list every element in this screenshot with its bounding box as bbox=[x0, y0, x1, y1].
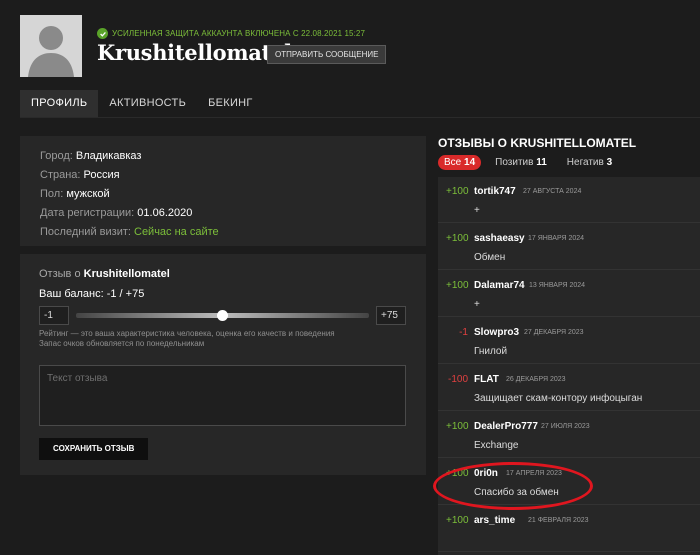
rating-max-field[interactable]: +75 bbox=[376, 306, 406, 325]
tab-activity[interactable]: Активность bbox=[98, 90, 197, 117]
review-score: +100 bbox=[446, 515, 469, 526]
info-city: Город: Владикавказ bbox=[40, 150, 142, 162]
review-date: 27 июля 2023 bbox=[541, 423, 590, 430]
avatar[interactable] bbox=[20, 15, 82, 77]
balance-text: Ваш баланс: -1 / +75 bbox=[39, 288, 145, 300]
review-date: 17 апреля 2023 bbox=[506, 470, 562, 477]
info-last-visit: Последний визит: Сейчас на сайте bbox=[40, 226, 219, 238]
review-date: 21 февраля 2023 bbox=[528, 517, 589, 524]
profile-username: Krushitellomatel bbox=[97, 40, 292, 65]
filter-positive[interactable]: Позитив 11 bbox=[489, 155, 553, 170]
review-item: +100 ars_time 21 февраля 2023 bbox=[438, 506, 700, 552]
send-message-button[interactable]: Отправить сообщение bbox=[267, 45, 387, 64]
review-list: +100 tortik747 27 августа 2024 + +100 sa… bbox=[438, 177, 700, 555]
review-author[interactable]: Slowpro3 bbox=[474, 327, 519, 338]
review-author[interactable]: Dalamar74 bbox=[474, 280, 525, 291]
tab-profile[interactable]: Профиль bbox=[20, 90, 99, 117]
review-date: 17 января 2024 bbox=[528, 235, 585, 242]
review-item: +100 Dalamar74 13 января 2024 + bbox=[438, 271, 700, 317]
filter-all[interactable]: Все 14 bbox=[438, 155, 482, 170]
review-score: +100 bbox=[446, 233, 469, 244]
review-item: +100 sashaeasy 17 января 2024 Обмен bbox=[438, 224, 700, 270]
review-text: + bbox=[474, 205, 480, 216]
rating-hint: Рейтинг — это ваша характеристика челове… bbox=[39, 329, 335, 348]
review-author[interactable]: sashaeasy bbox=[474, 233, 525, 244]
review-score: +100 bbox=[446, 468, 469, 479]
review-item: -1 Slowpro3 27 декабря 2023 Гнилой bbox=[438, 318, 700, 364]
review-score: +100 bbox=[446, 186, 469, 197]
review-author[interactable]: tortik747 bbox=[474, 186, 516, 197]
review-date: 26 декабря 2023 bbox=[506, 376, 566, 383]
save-review-button[interactable]: Сохранить отзыв bbox=[39, 438, 149, 460]
review-text: Гнилой bbox=[474, 346, 508, 357]
review-item: +100 tortik747 27 августа 2024 + bbox=[438, 177, 700, 223]
review-author[interactable]: 0ri0n bbox=[474, 468, 498, 479]
default-avatar-icon bbox=[20, 15, 82, 77]
review-form-title: Отзыв о Krushitellomatel bbox=[39, 268, 170, 280]
rating-min-field[interactable]: -1 bbox=[39, 306, 69, 325]
review-text: Спасибо за обмен bbox=[474, 487, 559, 498]
review-author[interactable]: DealerPro777 bbox=[474, 421, 538, 432]
checkmark-icon bbox=[97, 28, 108, 39]
filter-negative[interactable]: Негатив 3 bbox=[561, 155, 618, 170]
review-author[interactable]: FLAT bbox=[474, 374, 499, 385]
review-text: + bbox=[474, 299, 480, 310]
review-date: 27 декабря 2023 bbox=[524, 329, 584, 336]
review-author[interactable]: ars_time bbox=[474, 515, 515, 526]
security-notice: Усиленная защита аккаунта включена с 22.… bbox=[97, 28, 365, 39]
review-filters: Все 14 Позитив 11 Негатив 3 bbox=[438, 155, 618, 170]
review-score: +100 bbox=[446, 280, 469, 291]
tabs-divider bbox=[20, 117, 700, 118]
review-item: -100 FLAT 26 декабря 2023 Защищает скам-… bbox=[438, 365, 700, 411]
info-registration-date: Дата регистрации: 01.06.2020 bbox=[40, 207, 193, 219]
review-text: Защищает скам-контору инфоцыган bbox=[474, 393, 643, 404]
review-text: Обмен bbox=[474, 252, 506, 263]
info-country: Страна: Россия bbox=[40, 169, 120, 181]
review-score: +100 bbox=[446, 421, 469, 432]
review-form-panel: Отзыв о Krushitellomatel Ваш баланс: -1 … bbox=[20, 254, 426, 475]
review-item: +100 0ri0n 17 апреля 2023 Спасибо за обм… bbox=[438, 459, 700, 505]
reviews-title: Отзывы о Krushitellomatel bbox=[438, 136, 637, 150]
review-text-input[interactable] bbox=[39, 365, 406, 426]
rating-slider-handle[interactable] bbox=[217, 310, 228, 321]
profile-tabs: Профиль Активность Бекинг bbox=[20, 90, 264, 117]
info-gender: Пол: мужской bbox=[40, 188, 110, 200]
review-date: 13 января 2024 bbox=[529, 282, 586, 289]
security-notice-text: Усиленная защита аккаунта включена с 22.… bbox=[112, 29, 366, 38]
review-text: Exchange bbox=[474, 440, 519, 451]
profile-info-panel: Город: Владикавказ Страна: Россия Пол: м… bbox=[20, 136, 426, 246]
review-item: +100 DealerPro777 27 июля 2023 Exchange bbox=[438, 412, 700, 458]
review-score: -100 bbox=[447, 374, 468, 385]
tab-backing[interactable]: Бекинг bbox=[197, 90, 264, 117]
review-date: 27 августа 2024 bbox=[523, 188, 582, 195]
review-score: -1 bbox=[459, 327, 468, 338]
